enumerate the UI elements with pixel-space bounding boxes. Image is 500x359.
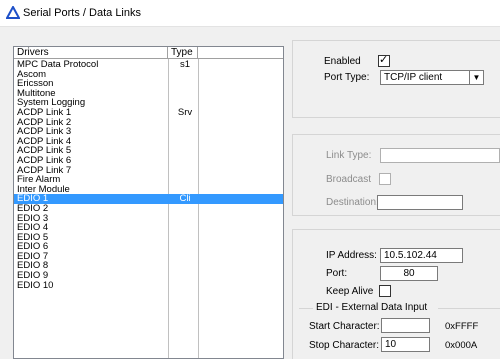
link-type-field[interactable] [380,148,500,163]
column-header-type[interactable]: Type [168,47,198,59]
group-border [438,308,500,309]
port-type-label: Port Type: [324,72,370,83]
driver-type: Cli [179,193,191,205]
start-character-hex: 0xFFFF [445,321,479,332]
network-panel: IP Address: 10.5.102.44 Port: 80 Keep Al… [292,229,500,359]
list-item[interactable]: EDIO 10 [14,281,283,291]
broadcast-label: Broadcast [326,174,372,185]
column-header-drivers[interactable]: Drivers [14,47,168,59]
settings-panel: Enabled ✓ Port Type: TCP/IP client ▼ [292,40,500,118]
driver-name: EDIO 10 [17,279,54,291]
destination-field[interactable] [377,195,463,210]
list-item[interactable]: EDIO 9 [14,271,283,281]
stop-character-hex: 0x000A [445,340,478,351]
broadcast-checkbox[interactable] [379,173,391,185]
enabled-checkbox[interactable]: ✓ [378,54,390,67]
list-item[interactable]: EDIO 6 [14,242,283,252]
port-label: Port: [326,268,348,279]
list-item[interactable]: EDIO 4 [14,223,283,233]
edi-group-label: EDI - External Data Input [316,302,428,313]
list-item[interactable]: Ascom [14,69,283,80]
list-item[interactable]: Inter Module [14,185,283,195]
destination-label: Destination: [326,197,379,208]
keep-alive-label: Keep Alive [326,286,374,297]
port-type-select[interactable]: TCP/IP client ▼ [380,70,484,85]
chevron-down-icon[interactable]: ▼ [469,71,483,84]
list-item[interactable]: EDIO 2 [14,204,283,214]
window-title: Serial Ports / Data Links [23,7,141,19]
link-type-label: Link Type: [326,150,372,161]
drivers-list[interactable]: Drivers Type MPC Data Protocol s1 Ascom Eri… [13,46,284,359]
triangle-app-icon [6,6,20,19]
list-item[interactable]: EDIO 1 Cli [14,194,283,204]
list-header: Drivers Type [14,47,283,59]
list-item[interactable]: EDIO 8 [14,261,283,271]
title-bar: Serial Ports / Data Links [0,0,500,27]
driver-type: Srv [177,106,193,118]
group-border [299,308,313,309]
ip-address-label: IP Address: [326,250,377,261]
port-field[interactable]: 80 [380,266,438,281]
start-character-label: Start Character: [309,321,380,332]
list-item[interactable]: EDIO 7 [14,252,283,262]
list-item[interactable]: MPC Data Protocol s1 [14,60,283,70]
driver-type: s1 [179,59,191,70]
enabled-label: Enabled [324,56,361,67]
check-icon: ✓ [379,54,389,66]
list-item[interactable]: EDIO 5 [14,233,283,243]
link-panel: Link Type: Broadcast Destination: [292,134,500,216]
list-item[interactable]: EDIO 3 [14,213,283,224]
keep-alive-checkbox[interactable] [379,285,391,297]
stop-character-label: Stop Character: [309,340,380,351]
port-type-value: TCP/IP client [384,72,443,83]
start-character-field[interactable] [381,318,430,333]
stop-character-field[interactable]: 10 [381,337,430,352]
list-rows: MPC Data Protocol s1 Ascom Ericsson Multiton… [14,60,283,290]
ip-address-field[interactable]: 10.5.102.44 [380,248,463,263]
